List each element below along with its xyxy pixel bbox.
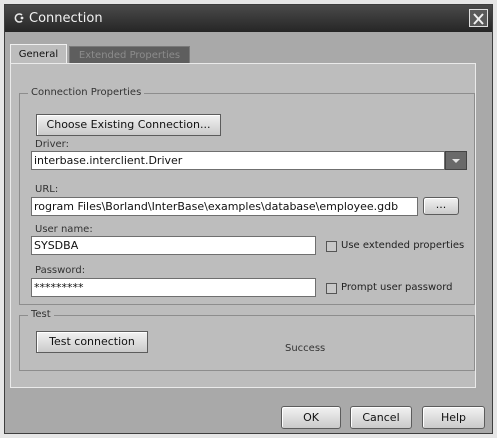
- driver-dropdown-button[interactable]: [445, 151, 467, 170]
- ok-button[interactable]: OK: [281, 406, 341, 429]
- cancel-button[interactable]: Cancel: [350, 406, 412, 429]
- choose-existing-connection-button[interactable]: Choose Existing Connection...: [36, 114, 221, 136]
- driver-label: Driver:: [35, 139, 69, 150]
- username-field[interactable]: SYSDBA: [31, 236, 316, 255]
- close-icon: [473, 13, 484, 25]
- test-connection-button[interactable]: Test connection: [36, 331, 148, 353]
- title-bar: Connection: [5, 5, 492, 32]
- help-button[interactable]: Help: [422, 406, 485, 429]
- url-browse-button[interactable]: ...: [423, 197, 459, 215]
- test-legend: Test: [28, 309, 54, 321]
- username-label: User name:: [35, 224, 93, 235]
- prompt-user-password-label: Prompt user password: [341, 282, 453, 293]
- url-field[interactable]: rogram Files\Borland\InterBase\examples\…: [31, 197, 418, 216]
- password-field[interactable]: *********: [31, 278, 316, 297]
- password-label: Password:: [35, 265, 86, 276]
- tab-general[interactable]: General: [10, 44, 67, 64]
- chevron-down-icon: [452, 159, 460, 163]
- tab-extended-properties[interactable]: Extended Properties: [69, 46, 190, 64]
- connection-properties-legend: Connection Properties: [28, 87, 145, 99]
- close-button[interactable]: [469, 9, 488, 27]
- use-extended-properties-checkbox[interactable]: [326, 241, 337, 252]
- driver-select[interactable]: interbase.interclient.Driver: [31, 151, 445, 170]
- prompt-user-password-checkbox[interactable]: [326, 283, 337, 294]
- url-label: URL:: [35, 184, 59, 195]
- use-extended-properties-label: Use extended properties: [341, 240, 465, 251]
- window-title: Connection: [29, 11, 103, 26]
- test-status: Success: [285, 343, 326, 354]
- app-icon: [14, 13, 24, 23]
